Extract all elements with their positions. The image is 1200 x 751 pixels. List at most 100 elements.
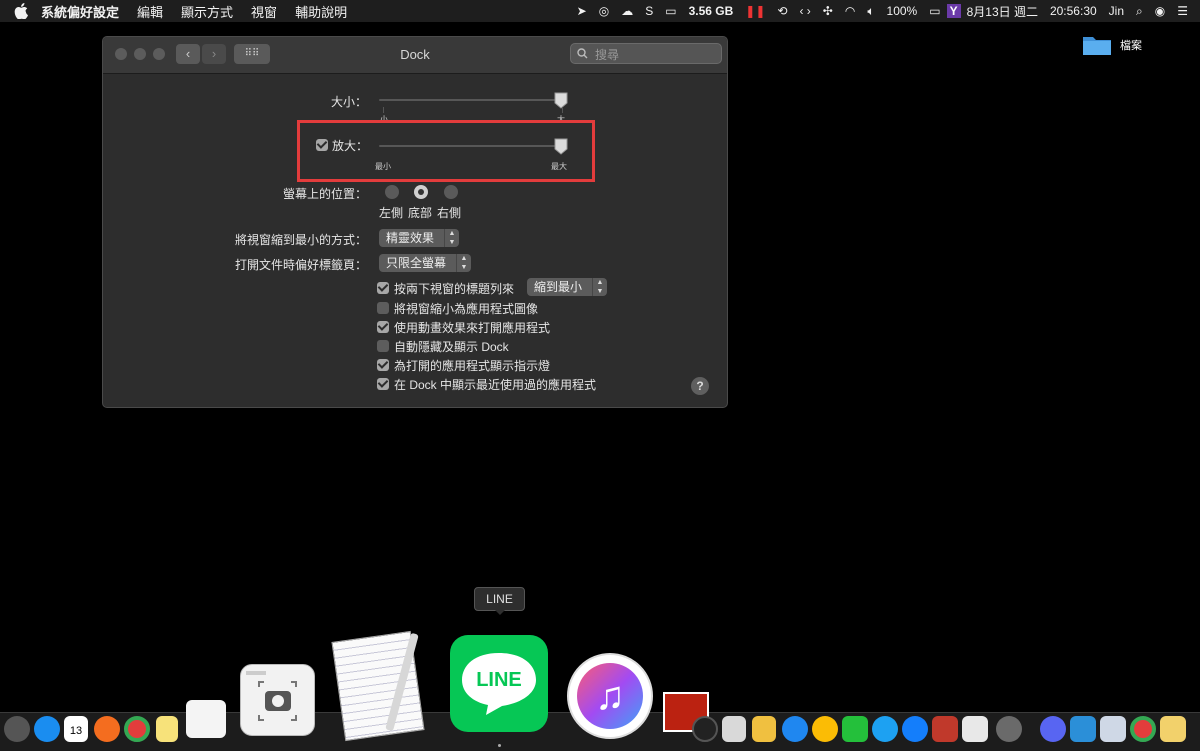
double-click-titlebar-checkbox[interactable] xyxy=(377,282,389,294)
size-label: 大小： xyxy=(330,95,367,109)
show-indicators-label: 為打開的應用程式顯示指示燈 xyxy=(394,359,551,373)
position-right-radio[interactable] xyxy=(444,185,458,199)
launchpad-icon[interactable] xyxy=(4,716,30,742)
user-name[interactable]: Jin xyxy=(1103,4,1130,18)
minimize-effect-value: 精靈效果 xyxy=(386,231,435,245)
search-icon xyxy=(577,48,588,59)
show-recent-apps-checkbox[interactable] xyxy=(377,378,389,390)
position-label: 螢幕上的位置： xyxy=(282,187,367,201)
position-left-label: 左側 xyxy=(379,206,404,220)
notes-icon[interactable] xyxy=(156,716,178,742)
numbers-icon[interactable] xyxy=(186,700,226,738)
clock-time[interactable]: 20:56:30 xyxy=(1044,4,1103,18)
menu-help[interactable]: 輔助說明 xyxy=(286,2,356,21)
twitter-icon[interactable] xyxy=(872,716,898,742)
preview-icon[interactable] xyxy=(722,716,746,742)
menu-edit[interactable]: 編輯 xyxy=(128,2,172,21)
yahoo-icon[interactable]: Y xyxy=(946,4,961,18)
cards-icon[interactable] xyxy=(1100,716,1126,742)
folder-icon xyxy=(1083,37,1111,55)
window-icon[interactable] xyxy=(962,716,988,742)
quicktime-icon[interactable] xyxy=(34,716,60,742)
memory-icon[interactable]: ▭ xyxy=(659,4,682,18)
photos-icon[interactable] xyxy=(812,716,838,742)
menu-bar: 系統偏好設定 編輯 顯示方式 視窗 輔助說明 ➤ ◎ ☁ S ▭ 3.56 GB… xyxy=(0,0,1200,22)
double-click-action-value: 縮到最小 xyxy=(534,280,583,294)
animate-opening-apps-checkbox[interactable] xyxy=(377,321,389,333)
prefer-tabs-popup[interactable]: 只限全螢幕 ▲ ▼ xyxy=(379,254,471,272)
menu-window[interactable]: 視窗 xyxy=(242,2,286,21)
app-store-icon[interactable] xyxy=(902,716,928,742)
bluetooth-icon[interactable]: ✣ xyxy=(817,4,839,18)
position-bottom-radio[interactable] xyxy=(414,185,428,199)
line-status-icon[interactable]: ◎ xyxy=(593,4,615,18)
magnification-slider-thumb[interactable] xyxy=(554,138,568,155)
size-slider-track[interactable] xyxy=(379,99,563,101)
memory-value[interactable]: 3.56 GB xyxy=(683,4,740,18)
minimize-into-app-icon-checkbox[interactable] xyxy=(377,302,389,314)
animate-opening-apps-label: 使用動畫效果來打開應用程式 xyxy=(394,321,551,335)
show-indicators-checkbox[interactable] xyxy=(377,359,389,371)
wifi-icon[interactable]: ◠ xyxy=(839,4,861,18)
location-icon[interactable]: ➤ xyxy=(571,4,593,18)
magnification-checkbox[interactable] xyxy=(316,139,328,151)
position-left-radio[interactable] xyxy=(385,185,399,199)
script-editor-icon[interactable] xyxy=(752,716,776,742)
minimize-effect-label: 將視窗縮到最小的方式： xyxy=(234,233,367,247)
line-app-icon[interactable]: LINE xyxy=(450,635,548,732)
prefer-tabs-label: 打開文件時偏好標籤頁： xyxy=(234,258,367,272)
camera-icon xyxy=(246,671,297,721)
size-min-tick xyxy=(383,107,384,113)
pause-icon[interactable]: ❚❚ xyxy=(739,4,771,18)
notification-center-icon[interactable]: ☰ xyxy=(1171,4,1200,18)
safari-icon[interactable] xyxy=(782,716,808,742)
itunes-app-icon[interactable]: ♫ xyxy=(567,653,653,739)
volume-icon[interactable]: 🔈︎ xyxy=(861,4,880,19)
search-field[interactable] xyxy=(570,43,722,64)
chrome-icon[interactable] xyxy=(124,716,150,742)
line-running-indicator xyxy=(498,744,501,747)
battery-percent[interactable]: 100% xyxy=(881,4,924,18)
prefer-tabs-value: 只限全螢幕 xyxy=(386,256,447,270)
s-app-icon[interactable]: S xyxy=(639,4,659,18)
time-machine-icon[interactable]: ⟲ xyxy=(771,4,793,18)
size-slider-thumb[interactable] xyxy=(554,92,568,109)
minimize-effect-popup[interactable]: 精靈效果 ▲ ▼ xyxy=(379,229,459,247)
spotlight-search-icon[interactable]: ⌕ xyxy=(1130,4,1149,19)
autohide-dock-checkbox[interactable] xyxy=(377,340,389,352)
documents-folder-icon[interactable] xyxy=(1160,716,1186,742)
battery-icon[interactable]: ▭ xyxy=(923,4,946,18)
calendar-icon[interactable]: 13 xyxy=(64,716,88,742)
code-icon[interactable]: ‹ › xyxy=(793,4,816,18)
firefox-icon[interactable] xyxy=(94,716,120,742)
search-input[interactable] xyxy=(593,45,717,64)
chrome-document-icon[interactable] xyxy=(1130,716,1156,742)
size-max-tick xyxy=(562,107,563,113)
discord-icon[interactable] xyxy=(1040,716,1066,742)
date[interactable]: 8月13日 週二 xyxy=(961,3,1044,20)
menu-view[interactable]: 顯示方式 xyxy=(172,2,242,21)
photo-booth-camera-icon xyxy=(692,716,718,742)
double-click-action-popup[interactable]: 縮到最小 ▲ ▼ xyxy=(527,278,607,296)
double-click-titlebar-label: 按兩下視窗的標題列來 xyxy=(394,282,515,296)
apple-icon[interactable] xyxy=(14,3,28,19)
position-bottom-label: 底部 xyxy=(408,206,433,220)
desktop-folder[interactable]: 檔案 xyxy=(1082,34,1142,56)
s-app-dock-icon[interactable] xyxy=(1070,716,1096,742)
magnification-slider-track[interactable] xyxy=(379,145,563,147)
screenshot-app-icon[interactable] xyxy=(240,664,315,736)
cloud-upload-icon[interactable]: ☁ xyxy=(615,4,639,18)
dock-preferences-window: ‹ › ⠿⠿ Dock 大小： 小 大 放大： 最小 最大 螢幕上的位置： 左側… xyxy=(102,36,728,408)
menu-app-name[interactable]: 系統偏好設定 xyxy=(32,2,128,21)
desktop-folder-label: 檔案 xyxy=(1120,40,1142,52)
messages-icon[interactable] xyxy=(842,716,868,742)
help-button[interactable]: ? xyxy=(691,377,709,395)
music-note-icon: ♫ xyxy=(577,663,643,729)
magnification-min-label: 最小 xyxy=(375,162,391,171)
position-right-label: 右側 xyxy=(437,206,462,220)
system-preferences-icon[interactable] xyxy=(996,716,1022,742)
siri-icon[interactable]: ◉ xyxy=(1149,4,1171,18)
title-bar[interactable]: ‹ › ⠿⠿ Dock xyxy=(103,37,727,74)
magnification-label: 放大： xyxy=(332,139,369,153)
deck-icon[interactable] xyxy=(932,716,958,742)
